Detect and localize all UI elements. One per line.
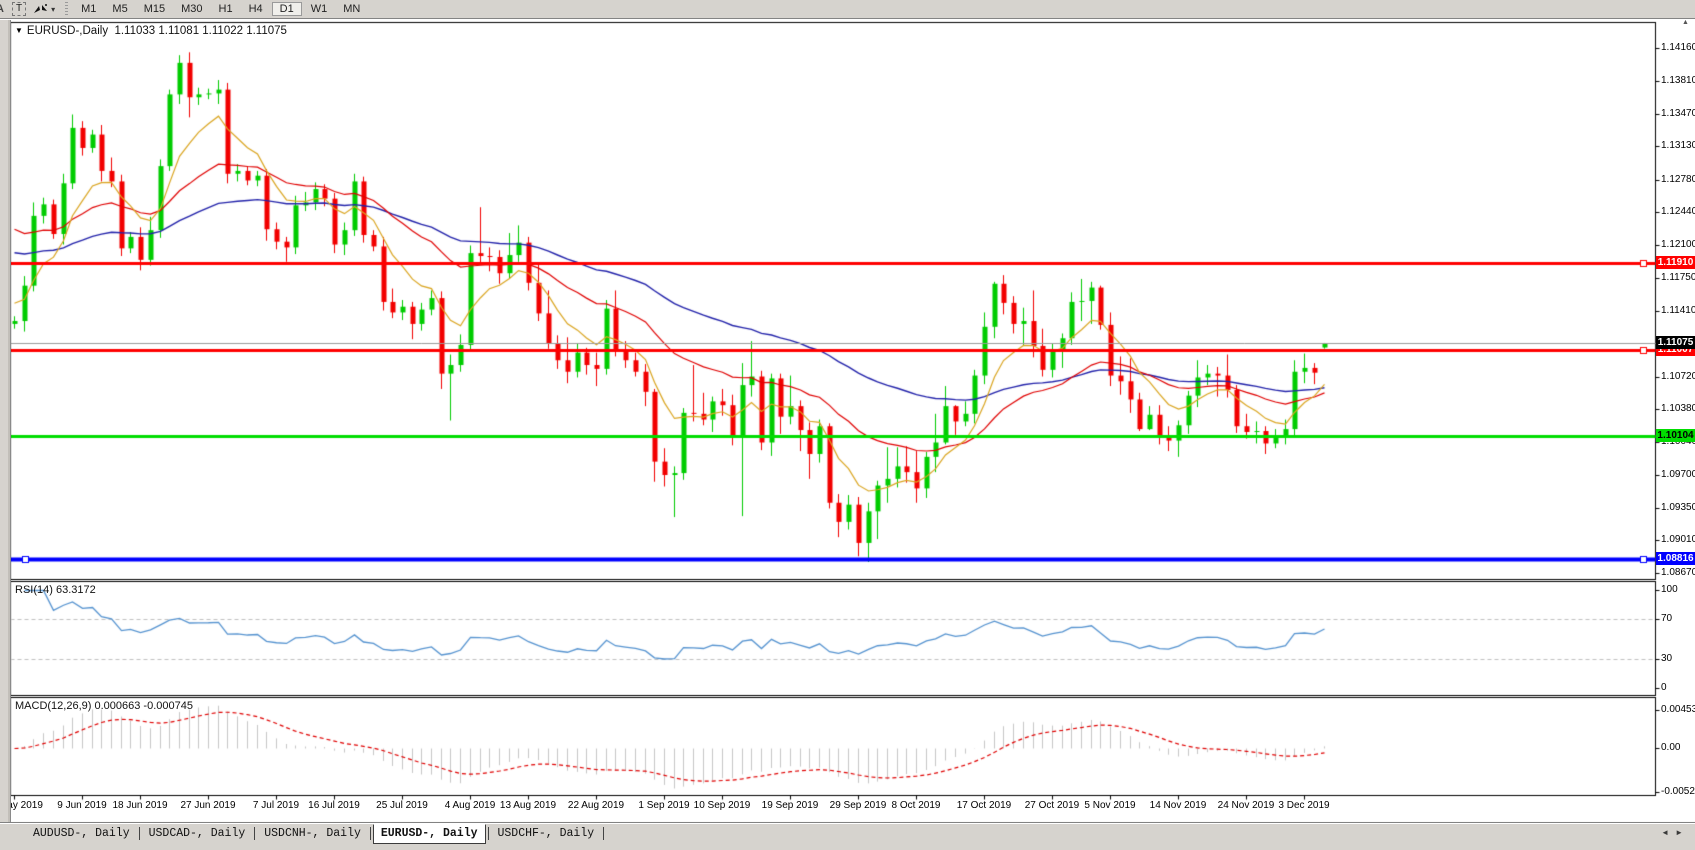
price-level-tag[interactable]: 1.08816	[1656, 552, 1695, 565]
chart-ohlc-values: 1.11033 1.11081 1.11022 1.11075	[114, 25, 286, 37]
tab-scroll-arrows[interactable]: ◄►	[1661, 828, 1689, 837]
macd-indicator-label: MACD(12,26,9) 0.000663 -0.000745	[15, 700, 193, 712]
tab-scroll-left-icon[interactable]: ◄	[1661, 828, 1675, 837]
toolbar-separator	[65, 2, 68, 16]
price-chart-canvas[interactable]	[0, 0, 1695, 850]
price-axis-tick: 1.09010	[1661, 534, 1695, 545]
tab-scroll-right-icon[interactable]: ►	[1675, 828, 1689, 837]
date-axis-label: 3 Dec 2019	[1262, 800, 1346, 811]
timeframe-m15-button[interactable]: M15	[137, 3, 172, 15]
rsi-indicator-label: RSI(14) 63.3172	[15, 584, 96, 596]
timeframe-m1-button[interactable]: M1	[74, 3, 103, 15]
cropped-toolbar-button[interactable]: A	[0, 3, 8, 15]
timeframe-h4-button[interactable]: H4	[242, 3, 270, 15]
arrows-tool-button[interactable]: ▾	[33, 3, 55, 15]
price-axis-tick: 1.13130	[1661, 140, 1695, 151]
price-level-tag[interactable]: 1.10104	[1656, 429, 1695, 442]
window-left-edge	[0, 18, 11, 822]
chart-title: ▼ EURUSD-,Daily 1.11033 1.11081 1.11022 1…	[15, 25, 287, 37]
price-axis-tick: 1.13810	[1661, 75, 1695, 86]
timeframe-buttons: M1M5M15M30H1H4D1W1MN	[73, 2, 368, 17]
chart-symbol-period: EURUSD-,Daily	[27, 25, 108, 37]
price-level-tag[interactable]: 1.11910	[1656, 256, 1695, 269]
tab-usdchf[interactable]: USDCHF-, Daily	[491, 825, 602, 842]
tab-divider	[254, 827, 255, 840]
chart-scroll-up-icon[interactable]: ▲	[1682, 19, 1689, 26]
chevron-down-icon: ▾	[51, 5, 55, 14]
timeframe-m5-button[interactable]: M5	[105, 3, 134, 15]
text-tool-icon[interactable]: T	[12, 2, 26, 16]
price-axis-tick: 1.08670	[1661, 567, 1695, 578]
macd-axis-tick: 0.004536	[1661, 704, 1695, 715]
tab-audusd[interactable]: AUDUSD-, Daily	[26, 825, 137, 842]
chart-tab-bar: AUDUSD-, Daily USDCAD-, DailyUSDCNH-, Dai…	[0, 822, 1695, 850]
price-axis-tick: 1.12100	[1661, 239, 1695, 250]
tab-usdcnh[interactable]: USDCNH-, Daily	[257, 825, 368, 842]
timeframe-mn-button[interactable]: MN	[336, 3, 367, 15]
chart-collapse-icon[interactable]: ▼	[15, 26, 23, 35]
timeframe-m30-button[interactable]: M30	[174, 3, 209, 15]
macd-axis-tick: -0.005205	[1661, 786, 1695, 797]
timeframe-w1-button[interactable]: W1	[304, 3, 335, 15]
rsi-axis-tick: 30	[1661, 653, 1672, 664]
rsi-axis-tick: 0	[1661, 682, 1667, 693]
tab-divider	[370, 827, 371, 840]
price-axis-tick: 1.12440	[1661, 206, 1695, 217]
macd-axis-tick: 0.00	[1661, 742, 1680, 753]
rsi-axis-tick: 70	[1661, 613, 1672, 624]
current-price-tag: 1.11075	[1656, 336, 1695, 349]
rsi-axis-tick: 100	[1661, 584, 1678, 595]
tab-divider	[488, 827, 489, 840]
price-axis-tick: 1.11750	[1661, 272, 1695, 283]
price-axis-tick: 1.10380	[1661, 403, 1695, 414]
price-axis-tick: 1.09350	[1661, 502, 1695, 513]
price-axis-tick: 1.10720	[1661, 371, 1695, 382]
timeframe-d1-button[interactable]: D1	[272, 2, 302, 16]
price-axis-tick: 1.09700	[1661, 469, 1695, 480]
tab-divider	[139, 827, 140, 840]
arrows-icon	[33, 3, 49, 15]
price-axis-tick: 1.13470	[1661, 108, 1695, 119]
tab-eurusd[interactable]: EURUSD-, Daily	[373, 824, 486, 844]
tab-divider	[603, 827, 604, 840]
price-axis-tick: 1.12780	[1661, 174, 1695, 185]
toolbar: A T ▾ M1M5M15M30H1H4D1W1MN	[0, 0, 1695, 19]
price-axis-tick: 1.11410	[1661, 305, 1695, 316]
timeframe-h1-button[interactable]: H1	[212, 3, 240, 15]
tab-usdcad[interactable]: USDCAD-, Daily	[142, 825, 253, 842]
price-axis-tick: 1.14160	[1661, 42, 1695, 53]
